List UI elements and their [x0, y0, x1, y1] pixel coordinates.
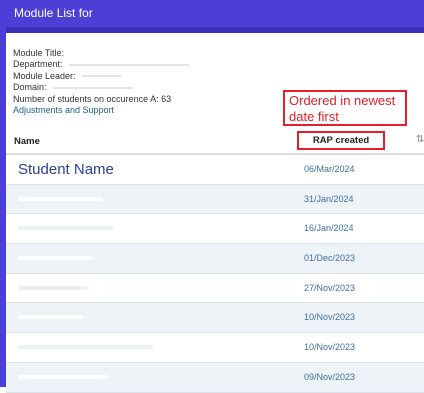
rap-created-date: 31/Jan/2024: [304, 193, 354, 204]
redacted-module-leader: [81, 75, 122, 78]
rap-created-date: 09/Nov/2023: [304, 371, 356, 382]
sort-order-annotation: Ordered in newest date first: [283, 90, 407, 126]
rap-created-date: 01/Dec/2023: [304, 253, 356, 264]
table-row[interactable]: 31/Jan/2024: [6, 184, 424, 215]
adjustments-line: Adjustments and Support: [13, 105, 189, 116]
redacted-student-name: [18, 374, 108, 379]
table-row[interactable]: Student Name 06/Mar/2024: [6, 155, 424, 185]
window-title: Module List for: [14, 6, 93, 20]
redacted-student-name: [18, 226, 113, 231]
domain-label: Domain:: [13, 82, 47, 93]
redacted-domain: [52, 86, 133, 89]
table-row[interactable]: 27/Nov/2023: [6, 273, 424, 304]
department-line: Department:: [13, 59, 189, 70]
redacted-department: [68, 64, 189, 67]
module-info: Module Title: Department: Module Leader:…: [13, 48, 189, 116]
redacted-student-name: [18, 285, 88, 290]
column-header-rap-created[interactable]: RAP created: [297, 131, 385, 150]
table-row[interactable]: 09/Nov/2023: [6, 362, 424, 393]
department-label: Department:: [13, 59, 63, 70]
redacted-student-name: [18, 196, 103, 201]
student-name[interactable]: Student Name: [18, 161, 114, 178]
sort-icon[interactable]: ⇅: [416, 134, 424, 145]
rap-created-date: 16/Jan/2024: [304, 223, 354, 234]
adjustments-support-link[interactable]: Adjustments and Support: [13, 105, 114, 115]
column-header-rap-created-label: RAP created: [312, 135, 370, 146]
column-header-name[interactable]: Name: [14, 136, 40, 147]
module-title-label: Module Title:: [13, 48, 65, 58]
rap-created-date: 06/Mar/2024: [304, 164, 355, 174]
table-header: Name RAP created ⇅: [6, 131, 424, 155]
window-title-bar: Module List for: [6, 0, 424, 33]
redacted-student-name: [18, 315, 83, 320]
module-leader-line: Module Leader:: [13, 71, 189, 82]
students-count-line: Number of students on occurence A: 63: [13, 94, 189, 105]
table-row[interactable]: 10/Nov/2023: [6, 333, 424, 363]
module-leader-label: Module Leader:: [13, 70, 76, 81]
redacted-student-name: [18, 345, 153, 350]
module-title-line: Module Title:: [13, 48, 189, 59]
redacted-student-name: [18, 256, 93, 261]
rap-created-date: 27/Nov/2023: [304, 282, 356, 293]
students-count: Number of students on occurence A: 63: [13, 93, 172, 104]
table-row[interactable]: 10/Nov/2023: [6, 303, 424, 334]
student-table-body: Student Name 06/Mar/2024 31/Jan/2024 16/…: [6, 155, 424, 393]
domain-line: Domain:: [13, 82, 189, 93]
table-row[interactable]: 01/Dec/2023: [6, 244, 424, 274]
rap-created-date: 10/Nov/2023: [304, 342, 356, 353]
rap-created-date: 10/Nov/2023: [304, 312, 356, 323]
table-row[interactable]: 16/Jan/2024: [6, 214, 424, 245]
annotation-text: Ordered in newest date first: [289, 93, 396, 124]
